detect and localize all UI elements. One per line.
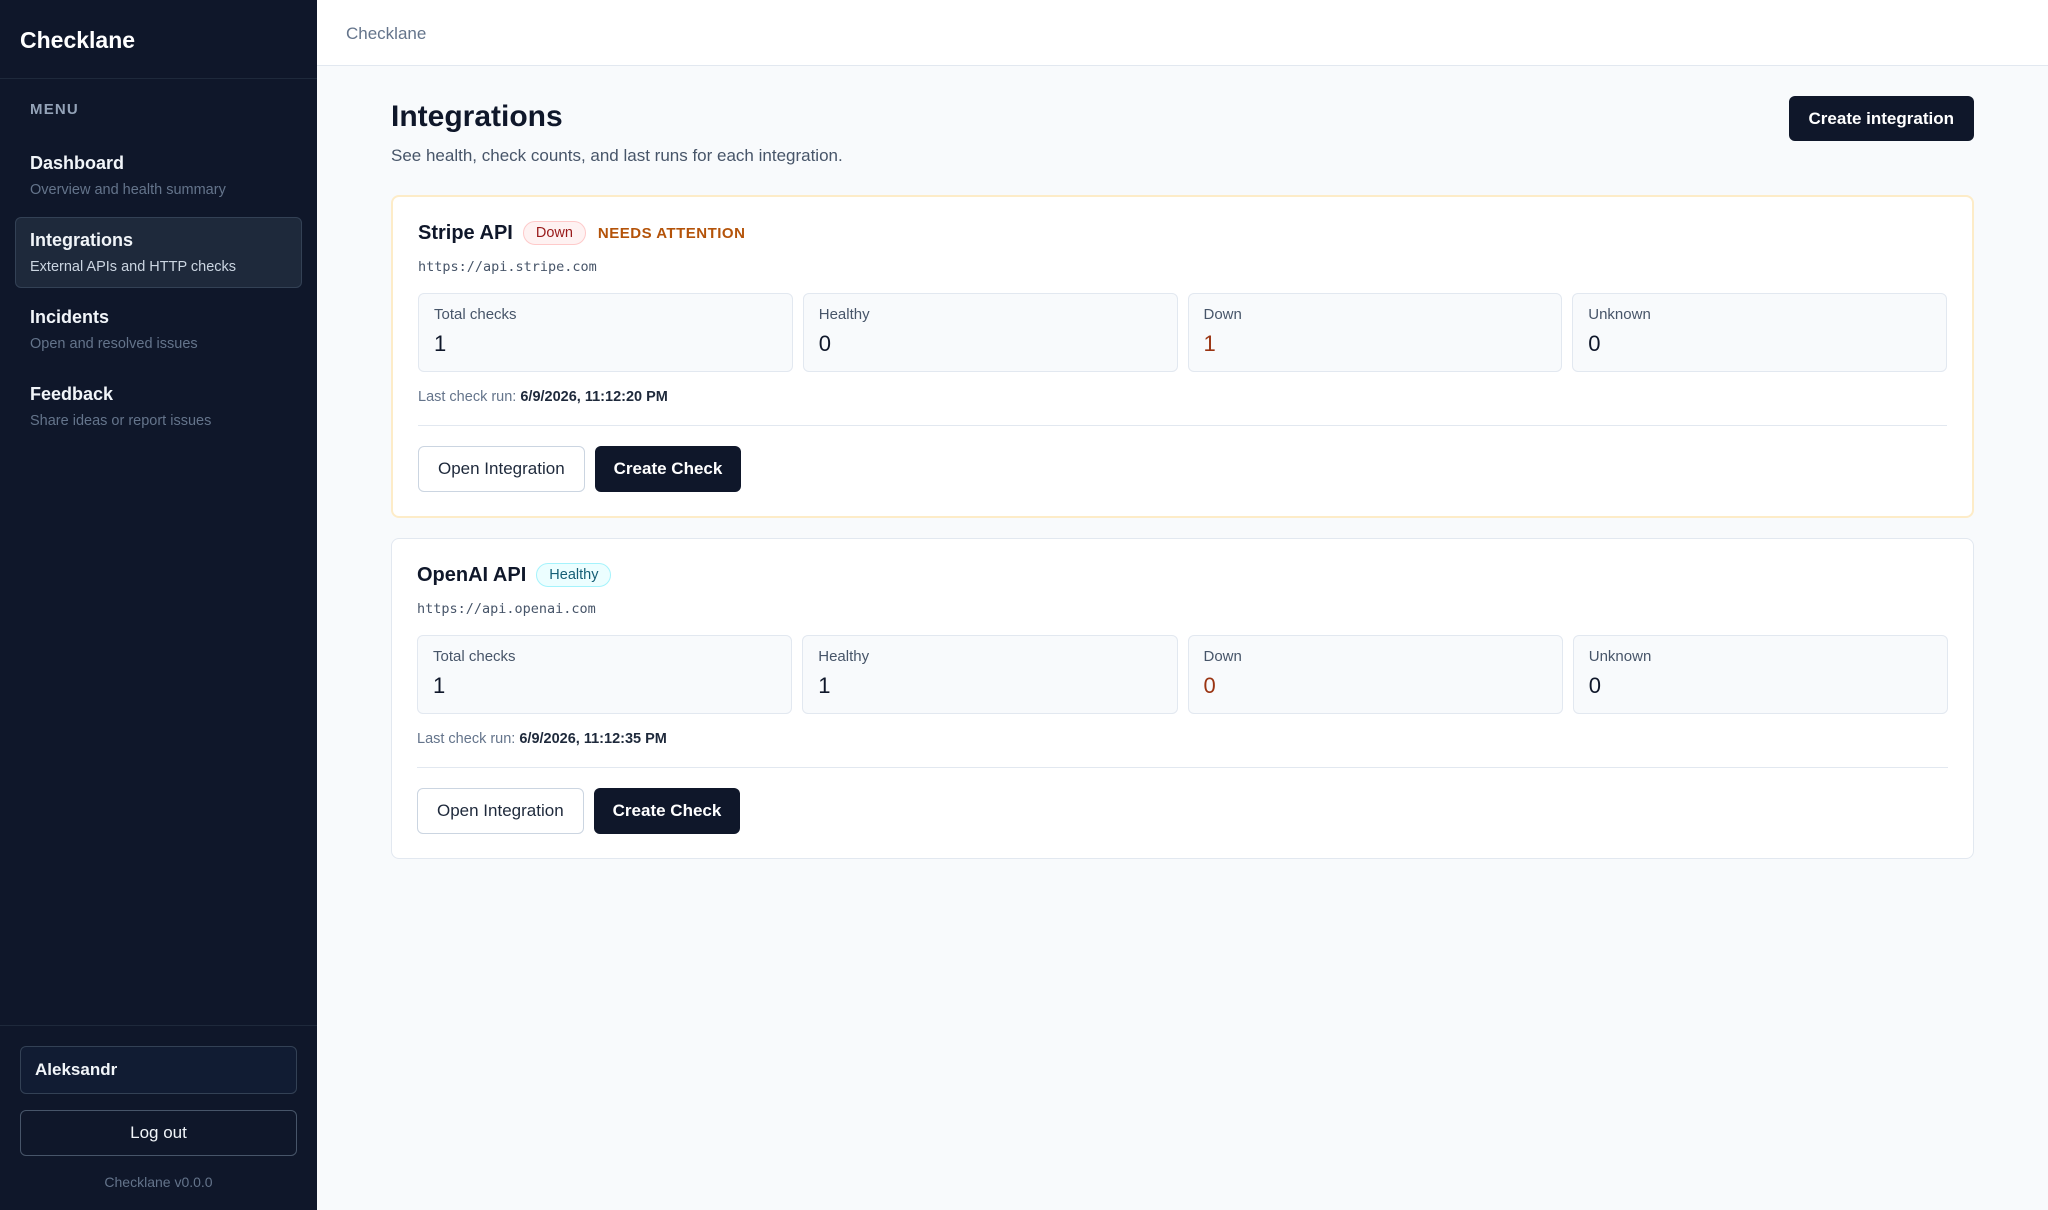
sidebar-item-incidents[interactable]: Incidents Open and resolved issues: [15, 294, 302, 365]
stat-healthy: Healthy 1: [802, 635, 1178, 714]
integration-url: https://api.stripe.com: [418, 259, 597, 275]
stat-down: Down 0: [1187, 635, 1563, 714]
last-check-run: Last check run: 6/9/2026, 11:12:20 PM: [418, 389, 1947, 405]
brand-logo[interactable]: Checklane: [0, 0, 317, 79]
stat-label: Total checks: [434, 306, 517, 323]
last-check-run: Last check run: 6/9/2026, 11:12:35 PM: [417, 731, 1948, 747]
app-root: Checklane MENU Dashboard Overview and he…: [0, 0, 2048, 1210]
create-integration-button[interactable]: Create integration: [1788, 96, 1974, 141]
open-integration-button[interactable]: Open Integration: [417, 788, 584, 834]
main-area: Checklane Integrations See health, check…: [317, 0, 2048, 1210]
open-integration-button[interactable]: Open Integration: [418, 446, 585, 492]
divider: [417, 767, 1948, 768]
breadcrumb: Checklane: [346, 24, 427, 43]
stat-label: Down: [1203, 306, 1242, 323]
stat-down: Down 1: [1187, 293, 1563, 372]
create-check-button[interactable]: Create Check: [594, 446, 742, 492]
sidebar-item-label: Incidents: [30, 307, 110, 327]
integration-name: OpenAI API: [417, 563, 527, 586]
stat-label: Down: [1203, 648, 1242, 665]
page-subtitle: See health, check counts, and last runs …: [391, 146, 843, 165]
sidebar-item-label: Dashboard: [30, 153, 125, 173]
topbar: Checklane: [317, 0, 2048, 66]
sidebar-item-integrations[interactable]: Integrations External APIs and HTTP chec…: [15, 217, 302, 288]
sidebar: Checklane MENU Dashboard Overview and he…: [0, 0, 317, 1210]
sidebar-item-description: Open and resolved issues: [30, 336, 198, 352]
stat-label: Healthy: [818, 306, 870, 323]
stat-label: Total checks: [433, 648, 516, 665]
stat-value: 0: [1588, 673, 1601, 698]
stat-label: Unknown: [1588, 648, 1652, 665]
logout-button[interactable]: Log out: [20, 1110, 297, 1156]
card-header: OpenAI API Healthy: [417, 563, 1948, 587]
integration-card: Stripe API Down NEEDS ATTENTION https://…: [391, 195, 1974, 518]
page-heading: Integrations See health, check counts, a…: [391, 96, 843, 166]
stat-value: 1: [433, 673, 446, 698]
card-actions: Open Integration Create Check: [417, 788, 1948, 834]
sidebar-item-description: External APIs and HTTP checks: [30, 259, 237, 275]
stat-value: 0: [818, 331, 831, 356]
last-run-label: Last check run:: [418, 389, 517, 405]
menu-label: MENU: [30, 101, 79, 118]
stat-label: Unknown: [1588, 306, 1651, 323]
stat-value: 0: [1588, 331, 1601, 356]
stat-unknown: Unknown 0: [1572, 635, 1948, 714]
stat-healthy: Healthy 0: [802, 293, 1178, 372]
sidebar-item-description: Overview and health summary: [30, 182, 226, 198]
content: Integrations See health, check counts, a…: [317, 66, 2048, 859]
last-run-time: 6/9/2026, 11:12:35 PM: [519, 731, 667, 747]
stat-label: Healthy: [818, 648, 870, 665]
stats-row: Total checks 1 Healthy 1 Down 0 Unknown …: [417, 635, 1948, 714]
integration-name: Stripe API: [418, 221, 513, 244]
sidebar-item-feedback[interactable]: Feedback Share ideas or report issues: [15, 371, 302, 442]
integration-url: https://api.openai.com: [417, 601, 596, 617]
status-badge: Healthy: [536, 563, 612, 587]
divider: [418, 425, 1947, 426]
card-actions: Open Integration Create Check: [418, 446, 1947, 492]
sidebar-item-dashboard[interactable]: Dashboard Overview and health summary: [15, 140, 302, 211]
stat-total-checks: Total checks 1: [417, 635, 793, 714]
sidebar-footer: Aleksandr Log out Checklane v0.0.0: [0, 1025, 317, 1210]
stats-row: Total checks 1 Healthy 0 Down 1 Unknown …: [418, 293, 1947, 372]
sidebar-item-description: Share ideas or report issues: [30, 413, 212, 429]
stat-unknown: Unknown 0: [1572, 293, 1947, 372]
stat-value: 1: [434, 331, 447, 356]
create-check-button[interactable]: Create Check: [593, 788, 741, 834]
sidebar-item-label: Integrations: [30, 230, 134, 250]
stat-value: 0: [1203, 673, 1216, 698]
integration-card: OpenAI API Healthy https://api.openai.co…: [391, 538, 1974, 859]
last-run-label: Last check run:: [417, 731, 516, 747]
user-name[interactable]: Aleksandr: [20, 1046, 297, 1094]
app-version: Checklane v0.0.0: [104, 1174, 213, 1190]
card-header: Stripe API Down NEEDS ATTENTION: [418, 221, 1947, 245]
stat-value: 1: [818, 673, 831, 698]
sidebar-item-label: Feedback: [30, 384, 114, 404]
last-run-time: 6/9/2026, 11:12:20 PM: [520, 389, 668, 405]
page-title: Integrations: [391, 100, 563, 133]
attention-label: NEEDS ATTENTION: [597, 224, 746, 242]
stat-total-checks: Total checks 1: [418, 293, 793, 372]
stat-value: 1: [1203, 331, 1216, 356]
sidebar-nav: Dashboard Overview and health summary In…: [0, 140, 317, 448]
page-header: Integrations See health, check counts, a…: [391, 96, 1974, 166]
status-badge: Down: [522, 221, 586, 245]
